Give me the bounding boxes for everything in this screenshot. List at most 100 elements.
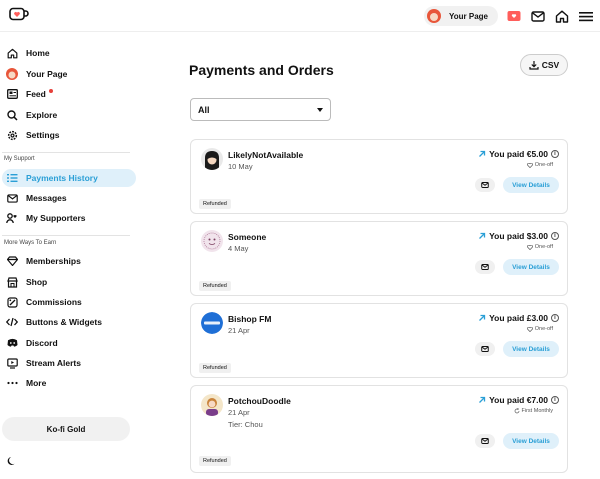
code-icon [6,316,18,328]
mail-icon[interactable] [530,8,546,24]
message-button[interactable] [475,342,495,356]
sidebar-item-label: My Supporters [26,213,86,223]
payment-date: 4 May [228,244,249,253]
sidebar-item-messages[interactable]: Messages [2,189,136,207]
view-details-button[interactable]: View Details [503,259,559,275]
sidebar-item-label: Stream Alerts [26,358,81,368]
payment-card: LikelyNotAvailable 10 May You paid €5.00… [190,139,568,214]
sidebar-item-commissions[interactable]: Commissions [2,293,136,311]
payment-amount: You paid $3.00 i [478,231,559,241]
kofi-gold-button[interactable]: Ko-fi Gold [2,417,130,441]
sidebar-item-label: Explore [26,110,58,120]
payment-amount-text: You paid €5.00 [489,149,548,159]
payment-card: PotchouDoodle 21 Apr Tier: Chou You paid… [190,385,568,473]
your-page-pill[interactable]: Your Page [424,6,498,26]
sidebar-item-label: More [26,378,47,388]
sidebar-item-label: Home [26,48,50,58]
home-icon[interactable] [554,8,570,24]
sidebar-item-label: Your Page [26,69,68,79]
view-details-button[interactable]: View Details [503,433,559,449]
gear-icon [6,129,18,141]
your-page-label: Your Page [449,11,488,21]
supporters-icon [6,212,18,224]
sidebar-item-more[interactable]: More [2,374,136,392]
payment-frequency: First Monthly [514,408,553,414]
mail-icon [481,264,489,270]
sidebar-item-discord[interactable]: Discord [2,334,136,352]
supporter-name[interactable]: PotchouDoodle [228,396,291,406]
sidebar-item-my-supporters[interactable]: My Supporters [2,209,136,227]
arrow-up-right-icon [479,232,486,239]
info-icon[interactable]: i [551,150,559,158]
divider [2,152,130,153]
notification-dot [48,89,53,93]
payment-amount-text: You paid £3.00 [489,313,548,323]
message-button[interactable] [475,434,495,448]
moon-icon[interactable] [7,456,17,466]
sidebar-item-label: Payments History [26,173,98,183]
mail-icon [6,192,18,204]
info-icon[interactable]: i [551,314,559,322]
commissions-icon [6,296,18,308]
kofi-cup-icon[interactable] [506,8,522,24]
page-title: Payments and Orders [189,62,334,78]
supporter-name[interactable]: Someone [228,232,266,242]
sidebar-item-shop[interactable]: Shop [2,273,136,291]
payment-date: 10 May [228,162,253,171]
stream-icon [6,357,18,369]
payment-date: 21 Apr [228,326,250,335]
info-icon[interactable]: i [551,232,559,240]
sidebar-item-feed[interactable]: Feed [2,85,136,103]
filter-selected-value: All [198,104,210,115]
sidebar-item-home[interactable]: Home [2,44,136,62]
view-details-button[interactable]: View Details [503,341,559,357]
download-icon [529,61,539,70]
sidebar-item-stream-alerts[interactable]: Stream Alerts [2,354,136,372]
membership-tier: Tier: Chou [228,420,263,429]
sidebar-item-buttons-widgets[interactable]: Buttons & Widgets [2,313,136,331]
avatar-icon [6,68,18,80]
supporter-avatar [201,312,223,334]
payment-frequency: One-off [526,162,553,168]
arrow-up-right-icon [479,396,486,403]
payment-amount: You paid €7.00 i [478,395,559,405]
chevron-down-icon [317,107,323,112]
frequency-text: One-off [534,244,553,250]
status-badge: Refunded [199,456,231,466]
search-icon [6,109,18,121]
filter-select[interactable]: All [190,98,331,121]
sidebar-item-settings[interactable]: Settings [2,126,136,144]
payment-frequency: One-off [526,244,553,250]
sidebar-item-payments-history[interactable]: Payments History [2,169,136,187]
sidebar-item-label: Settings [26,130,60,140]
payment-card: Someone 4 May You paid $3.00 i One-off V… [190,221,568,296]
payment-card: Bishop FM 21 Apr You paid £3.00 i One-of… [190,303,568,378]
view-details-button[interactable]: View Details [503,177,559,193]
sidebar-item-label: Feed [26,89,46,99]
hamburger-menu-icon[interactable] [578,8,594,24]
sidebar-item-label: Messages [26,193,67,203]
main-content: Payments and Orders CSV All LikelyNotAva… [140,32,600,479]
kofi-logo-icon[interactable] [9,7,29,23]
sidebar-item-your-page[interactable]: Your Page [2,65,136,83]
csv-label: CSV [541,60,560,70]
heart-icon [526,326,533,332]
divider [2,235,130,236]
payment-amount: You paid €5.00 i [478,149,559,159]
payment-amount-text: You paid $3.00 [489,231,548,241]
message-button[interactable] [475,178,495,192]
message-button[interactable] [475,260,495,274]
heart-icon [526,162,533,168]
discord-icon [6,337,18,349]
frequency-text: First Monthly [521,408,553,414]
arrow-up-right-icon [479,150,486,157]
feed-icon [6,88,18,100]
diamond-icon [6,255,18,267]
download-csv-button[interactable]: CSV [520,54,568,76]
supporter-name[interactable]: LikelyNotAvailable [228,150,303,160]
sidebar-item-explore[interactable]: Explore [2,106,136,124]
frequency-text: One-off [534,326,553,332]
info-icon[interactable]: i [551,396,559,404]
sidebar-item-memberships[interactable]: Memberships [2,252,136,270]
supporter-name[interactable]: Bishop FM [228,314,271,324]
